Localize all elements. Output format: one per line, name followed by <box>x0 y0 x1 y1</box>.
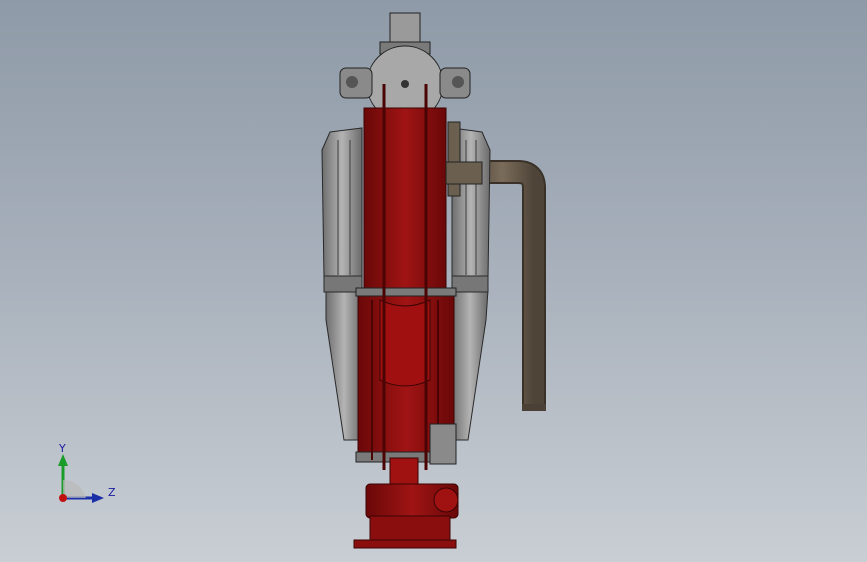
x-axis-dot-icon <box>59 494 67 502</box>
y-axis-arrow-icon <box>58 454 68 466</box>
axis-triad: Y Z <box>58 442 116 503</box>
robot-model[interactable] <box>0 0 867 562</box>
y-axis-label: Y <box>58 442 66 455</box>
z-axis-arrow-icon <box>92 493 104 503</box>
top-motor <box>339 12 471 123</box>
graphics-viewport[interactable]: Y Z <box>0 0 867 562</box>
triad-plane <box>63 480 86 498</box>
main-arm <box>355 84 457 470</box>
z-axis-label: Z <box>108 486 116 499</box>
left-housing <box>321 127 363 441</box>
